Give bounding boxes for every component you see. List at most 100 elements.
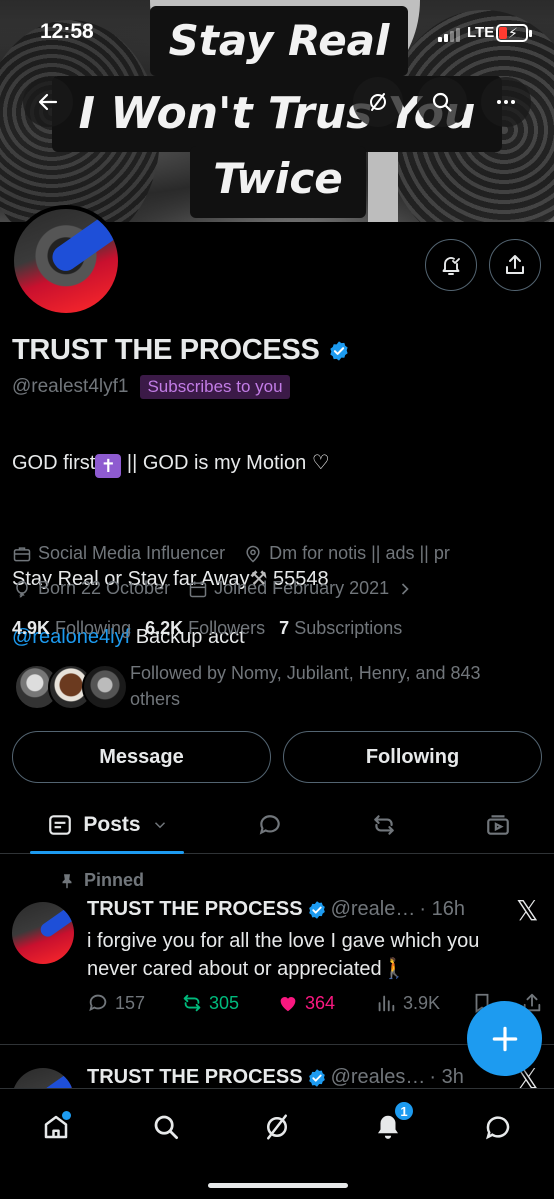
- notifications-badge: 1: [394, 1101, 414, 1121]
- following-count: 4.9K: [12, 618, 51, 638]
- profile-stats: 4.9K Following 6.2K Followers 7 Subscrip…: [12, 618, 402, 639]
- location-item: Dm for notis || ads || pr: [243, 543, 450, 564]
- following-label: Following: [55, 618, 132, 638]
- location-pin-icon: [246, 545, 260, 563]
- back-arrow-icon: [38, 93, 58, 111]
- nav-home[interactable]: [36, 1107, 76, 1147]
- views-count: 3.9K: [403, 992, 441, 1013]
- category-item: Social Media Influencer: [12, 543, 225, 564]
- followers-label: Followers: [188, 618, 266, 638]
- subscriptions-label: Subscriptions: [294, 618, 403, 638]
- search-button[interactable]: [417, 77, 467, 127]
- status-bar: 12:58 LTE ⚡: [0, 0, 554, 64]
- bio-line-1: GOD first ✝ || GOD is my Motion ♡: [12, 449, 542, 478]
- active-tab-indicator: [30, 851, 184, 854]
- post-text: i forgive you for all the love I gave wh…: [87, 927, 517, 983]
- post-author-name[interactable]: TRUST THE PROCESS: [87, 898, 303, 921]
- profile-name: TRUST THE PROCESS: [12, 334, 350, 367]
- repost-icon: [374, 815, 394, 835]
- post-author-handle-2: @reales…: [330, 1066, 426, 1088]
- reply-count: 157: [115, 992, 146, 1013]
- media-icon: [487, 815, 509, 835]
- signal-icon: [438, 28, 460, 42]
- pinned-label: Pinned: [58, 870, 144, 891]
- tab-posts[interactable]: Posts: [32, 796, 184, 854]
- born-text: Born 22 October: [38, 578, 171, 598]
- reply-bubble-icon: [259, 815, 280, 835]
- plus-icon: [492, 1026, 517, 1051]
- post-avatar[interactable]: [12, 902, 74, 964]
- following-stat[interactable]: 4.9K Following: [12, 618, 131, 639]
- followed-by-row[interactable]: Followed by Nomy, Jubilant, Henry, and 8…: [14, 658, 544, 714]
- subscriptions-stat[interactable]: 7 Subscriptions: [279, 618, 402, 639]
- repost-action[interactable]: 305: [181, 992, 239, 1014]
- views-icon: [378, 995, 395, 1012]
- verified-badge-icon[interactable]: [328, 340, 350, 362]
- nav-search[interactable]: [146, 1107, 186, 1147]
- pin-icon: [62, 873, 72, 888]
- category-text: Social Media Influencer: [38, 543, 226, 563]
- chevron-down-icon: [154, 822, 165, 829]
- joined-item[interactable]: Joined February 2021: [188, 578, 415, 599]
- profile-meta-row-2: Born 22 October Joined February 2021: [12, 578, 433, 599]
- back-button[interactable]: [23, 77, 73, 127]
- notify-button[interactable]: [425, 239, 477, 291]
- post-author-name-2[interactable]: TRUST THE PROCESS: [87, 1066, 303, 1089]
- tab-reposts[interactable]: [362, 796, 406, 854]
- followed-by-text: Followed by Nomy, Jubilant, Henry, and 8…: [130, 663, 481, 709]
- joined-text: Joined February 2021: [214, 578, 390, 598]
- compose-button[interactable]: [467, 1001, 542, 1076]
- bio-text-1a: GOD first: [12, 452, 96, 474]
- post-time-2: · 3h: [429, 1066, 464, 1088]
- message-button[interactable]: Message: [12, 731, 271, 783]
- banner-sign-post: [368, 150, 398, 222]
- white-heart-emoji-icon: ♡: [311, 452, 330, 474]
- nav-grok[interactable]: [257, 1107, 297, 1147]
- handle-row: @realest4lyf1 Subscribes to you: [12, 375, 290, 399]
- like-action[interactable]: 364: [277, 992, 335, 1014]
- grok-icon: [370, 93, 386, 111]
- more-button[interactable]: [481, 77, 531, 127]
- profile-handle: @realest4lyf1: [12, 376, 129, 397]
- post-author-handle: @reale…: [330, 898, 416, 920]
- share-button[interactable]: [489, 239, 541, 291]
- bio-text-1b: || GOD is my Motion: [121, 452, 307, 474]
- grok-button[interactable]: [353, 77, 403, 127]
- verified-badge-icon: [308, 1068, 325, 1087]
- bell-check-icon: [442, 257, 460, 275]
- following-button[interactable]: Following: [283, 731, 542, 783]
- more-icon: [497, 100, 515, 104]
- tab-posts-label: Posts: [83, 813, 141, 836]
- repost-count: 305: [209, 992, 240, 1013]
- followers-stat[interactable]: 6.2K Followers: [145, 618, 265, 639]
- tab-replies[interactable]: [248, 796, 292, 854]
- messages-icon: [486, 1116, 510, 1140]
- display-name: TRUST THE PROCESS: [12, 334, 320, 366]
- network-label: LTE: [467, 24, 495, 41]
- tab-media[interactable]: [476, 796, 520, 854]
- views-action[interactable]: 3.9K: [375, 992, 440, 1014]
- heart-filled-icon: [280, 997, 296, 1012]
- nav-notifications[interactable]: 1: [368, 1101, 414, 1147]
- profile-avatar[interactable]: [10, 205, 122, 317]
- calendar-icon: [189, 581, 207, 597]
- balloon-icon: [16, 580, 28, 598]
- search-icon: [154, 1115, 178, 1139]
- share-icon: [506, 255, 524, 274]
- x-logo-icon[interactable]: 𝕏: [516, 894, 539, 927]
- banner-caption-3: Twice: [190, 146, 366, 218]
- pinned-text: Pinned: [84, 870, 145, 890]
- walking-person-emoji-icon: 🚶: [381, 958, 407, 980]
- status-time: 12:58: [40, 20, 94, 43]
- post-header-2: TRUST THE PROCESS @reales… · 3h: [87, 1066, 464, 1089]
- posts-icon: [49, 815, 72, 835]
- chevron-right-icon: [402, 582, 409, 595]
- followers-count: 6.2K: [145, 618, 184, 638]
- follower-avatar-3: [82, 664, 128, 710]
- post-text-body: i forgive you for all the love I gave wh…: [87, 930, 480, 980]
- grok-icon: [267, 1114, 287, 1140]
- reply-action[interactable]: 157: [87, 992, 145, 1014]
- nav-messages[interactable]: [478, 1107, 518, 1147]
- post-header: TRUST THE PROCESS @reale… · 16h: [87, 898, 465, 921]
- briefcase-icon: [13, 546, 31, 561]
